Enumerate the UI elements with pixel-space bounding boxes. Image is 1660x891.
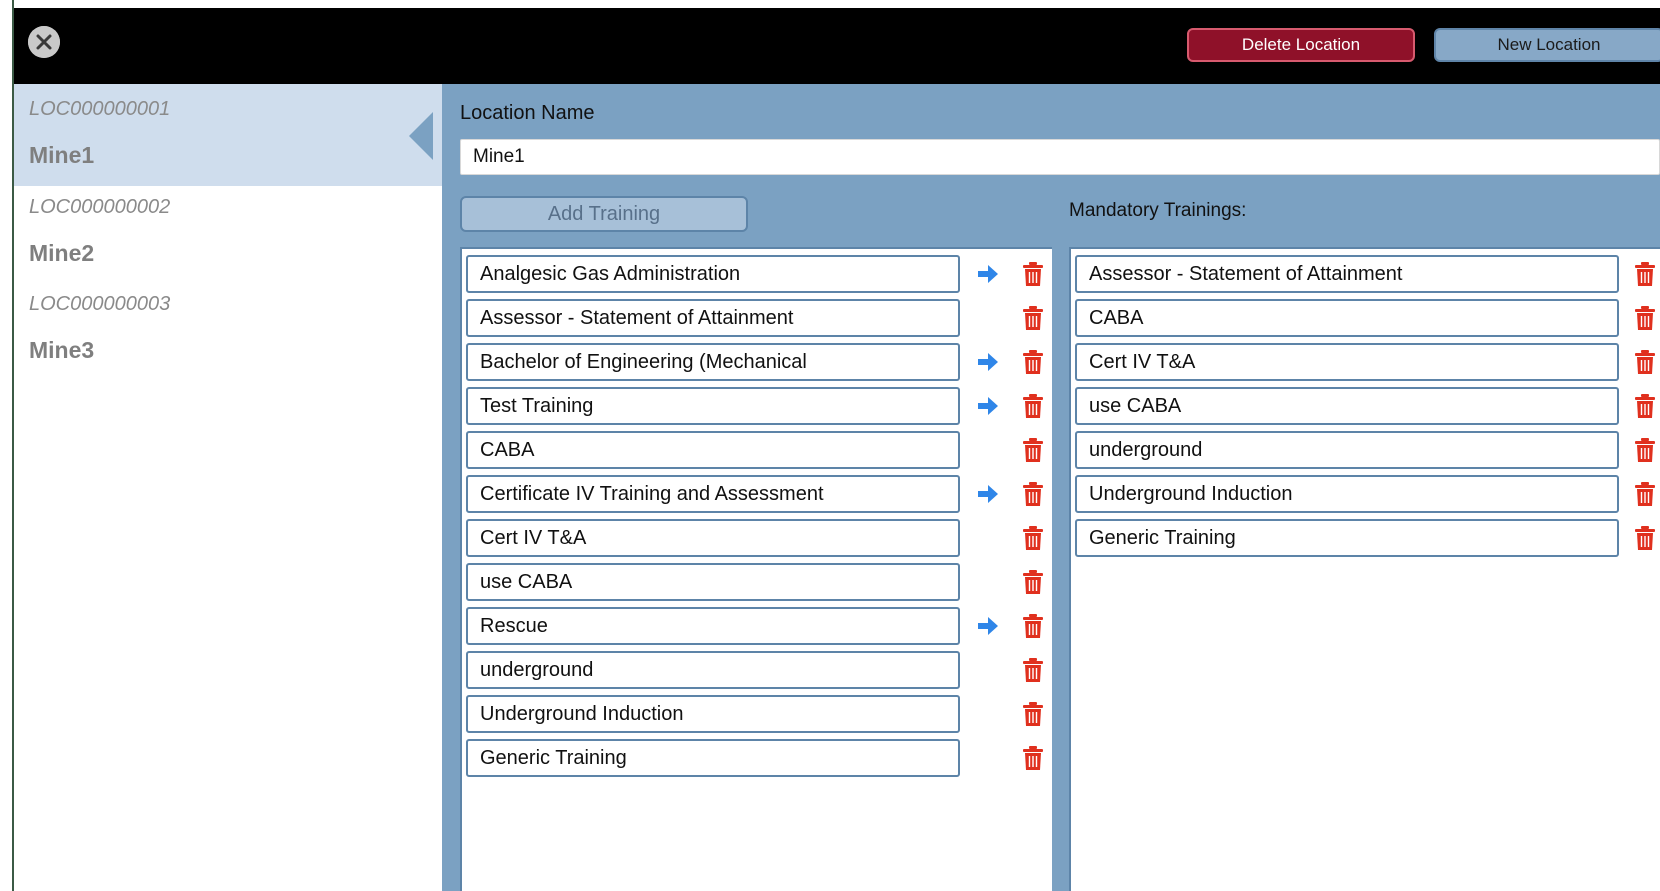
training-item[interactable]: Test Training (466, 387, 960, 425)
mandatory-trainings-label: Mandatory Trainings: (1069, 200, 1247, 221)
location-detail-panel: Location Name Add Training Mandatory Tra… (442, 84, 1660, 891)
location-code: LOC000000002 (29, 196, 171, 218)
location-editor-window: Delete Location New Location LOC00000000… (14, 8, 1660, 891)
delete-location-button[interactable]: Delete Location (1187, 28, 1415, 62)
trash-icon[interactable] (1022, 437, 1044, 463)
location-item-loc000000002[interactable]: LOC000000002 Mine2 (14, 182, 442, 284)
location-name: Mine1 (29, 142, 95, 168)
trash-icon[interactable] (1022, 305, 1044, 331)
trash-icon[interactable] (1634, 305, 1656, 331)
training-item[interactable]: use CABA (466, 563, 960, 601)
mandatory-training-item[interactable]: underground (1075, 431, 1619, 469)
window-left-edge (0, 0, 14, 891)
training-item[interactable]: Generic Training (466, 739, 960, 777)
top-bar: Delete Location New Location (14, 8, 1660, 84)
location-name-label: Location Name (460, 102, 595, 124)
trash-icon[interactable] (1022, 701, 1044, 727)
arrow-right-icon[interactable] (976, 262, 1000, 286)
trainings-list: Analgesic Gas Administration Assessor - S… (460, 247, 1052, 891)
trash-icon[interactable] (1022, 393, 1044, 419)
location-name: Mine3 (29, 337, 95, 363)
trash-icon[interactable] (1634, 481, 1656, 507)
training-item[interactable]: CABA (466, 431, 960, 469)
mandatory-training-item[interactable]: Underground Induction (1075, 475, 1619, 513)
mandatory-training-item[interactable]: Cert IV T&A (1075, 343, 1619, 381)
arrow-right-icon[interactable] (976, 482, 1000, 506)
trash-icon[interactable] (1022, 745, 1044, 771)
trash-icon[interactable] (1022, 657, 1044, 683)
location-name-input[interactable] (460, 139, 1660, 175)
location-code: LOC000000001 (29, 98, 171, 120)
trash-icon[interactable] (1634, 437, 1656, 463)
location-name: Mine2 (29, 240, 95, 266)
trash-icon[interactable] (1022, 261, 1044, 287)
arrow-right-icon[interactable] (976, 394, 1000, 418)
training-item[interactable]: Analgesic Gas Administration (466, 255, 960, 293)
trash-icon[interactable] (1022, 569, 1044, 595)
location-item-loc000000003[interactable]: LOC000000003 Mine3 (14, 279, 442, 381)
training-item[interactable]: Underground Induction (466, 695, 960, 733)
location-list: LOC000000001 Mine1 LOC000000002 Mine2 LO… (14, 84, 442, 891)
trash-icon[interactable] (1634, 525, 1656, 551)
training-item[interactable]: Rescue (466, 607, 960, 645)
training-item[interactable]: Assessor - Statement of Attainment (466, 299, 960, 337)
training-item[interactable]: Certificate IV Training and Assessment (466, 475, 960, 513)
trash-icon[interactable] (1022, 349, 1044, 375)
mandatory-training-item[interactable]: Generic Training (1075, 519, 1619, 557)
arrow-right-icon[interactable] (976, 614, 1000, 638)
trash-icon[interactable] (1022, 525, 1044, 551)
new-location-button[interactable]: New Location (1434, 28, 1660, 62)
location-code: LOC000000003 (29, 293, 171, 315)
mandatory-training-item[interactable]: use CABA (1075, 387, 1619, 425)
training-item[interactable]: Cert IV T&A (466, 519, 960, 557)
location-item-loc000000001[interactable]: LOC000000001 Mine1 (14, 84, 442, 186)
training-item[interactable]: Bachelor of Engineering (Mechanical (466, 343, 960, 381)
close-icon (28, 26, 60, 58)
arrow-right-icon[interactable] (976, 350, 1000, 374)
trash-icon[interactable] (1022, 481, 1044, 507)
mandatory-training-item[interactable]: CABA (1075, 299, 1619, 337)
selection-indicator-icon (409, 112, 433, 160)
trash-icon[interactable] (1022, 613, 1044, 639)
trash-icon[interactable] (1634, 393, 1656, 419)
add-training-button[interactable]: Add Training (460, 196, 748, 232)
close-button[interactable] (28, 26, 60, 58)
mandatory-training-item[interactable]: Assessor - Statement of Attainment (1075, 255, 1619, 293)
trash-icon[interactable] (1634, 349, 1656, 375)
training-item[interactable]: underground (466, 651, 960, 689)
trash-icon[interactable] (1634, 261, 1656, 287)
mandatory-trainings-list: Assessor - Statement of Attainment CABA Ce… (1069, 247, 1660, 891)
